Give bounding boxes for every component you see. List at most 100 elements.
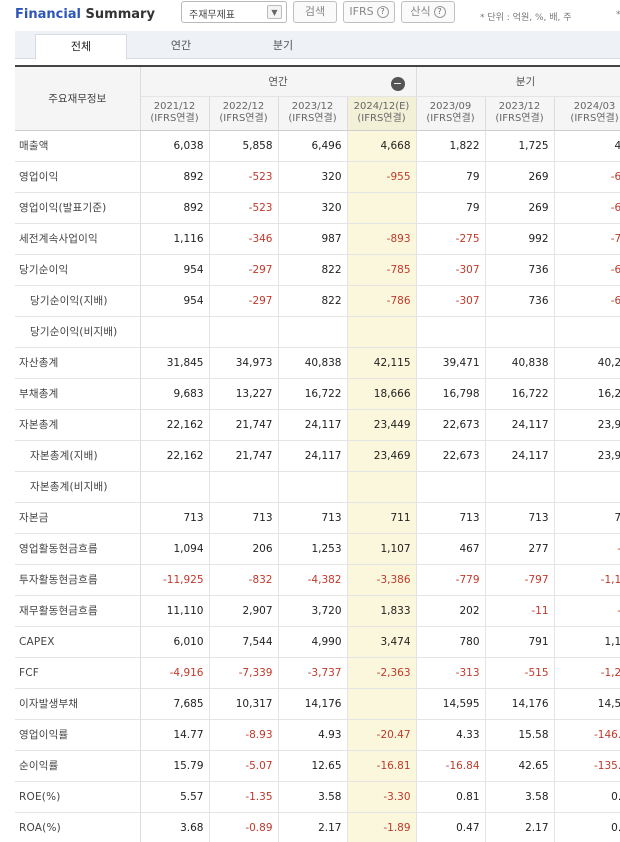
- row-label: 영업이익률: [15, 719, 141, 751]
- table-cell: 6,038: [140, 130, 210, 162]
- table-cell: -7,339: [209, 657, 279, 689]
- table-cell: [140, 471, 210, 503]
- table-cell: -94: [554, 533, 620, 565]
- statement-type-value: 주재무제표: [189, 10, 235, 21]
- period-header: 2021/12 (IFRS연결): [140, 96, 210, 131]
- unit-note: * 단위 : 억원, %, 배, 주: [480, 13, 572, 23]
- period-label: 2023/09: [429, 101, 472, 112]
- table-cell: 9,683: [140, 378, 210, 410]
- collapse-icon[interactable]: −: [390, 77, 405, 91]
- table-cell: -275: [416, 223, 486, 255]
- period-basis: (IFRS연결): [150, 113, 199, 124]
- table-cell: 1,725: [485, 130, 555, 162]
- table-cell: 22,673: [416, 440, 486, 472]
- statement-type-select[interactable]: 주재무제표 ▼: [181, 1, 287, 23]
- table-row: 매출액6,0385,8586,4964,6681,8221,725462: [15, 130, 620, 162]
- table-cell: 34,973: [209, 347, 279, 379]
- toolbar: Financial Summary 주재무제표 ▼ 검색 IFRS? 산식? *…: [0, 0, 620, 30]
- table-cell: 18,666: [347, 378, 417, 410]
- row-label: 당기순이익: [15, 254, 141, 286]
- period-label: 2024/03: [573, 101, 616, 112]
- table-row: 자본총계(지배) 22,162 21,747 24,117 23,469 22,673 24…: [15, 440, 620, 472]
- table-cell: 24,117: [485, 440, 555, 472]
- table-cell: -625: [554, 254, 620, 286]
- table-cell: [416, 471, 486, 503]
- table-row: 영업활동현금흐름1,0942061,2531,107467277-94: [15, 533, 620, 565]
- table-cell: -0.89: [209, 812, 279, 842]
- table-cell: 277: [485, 533, 555, 565]
- table-cell: -4,916: [140, 657, 210, 689]
- table-row: 자산총계 31,845 34,973 40,838 42,115 39,471 40,838…: [15, 347, 620, 379]
- table-row: FCF-4,916-7,339-3,737-2,363-313-515-1,29…: [15, 657, 620, 689]
- table-row: 투자활동현금흐름 -11,925 -832 -4,382 -3,386 -779 -797-…: [15, 564, 620, 596]
- table-cell: 14,176: [485, 688, 555, 720]
- period-basis: (IFRS연결): [495, 113, 544, 124]
- table-cell: [347, 316, 417, 348]
- table-cell: 954: [140, 285, 210, 317]
- period-label: 2022/12: [222, 101, 265, 112]
- table-row: 세전계속사업이익1,116-346987-893-275992-725: [15, 223, 620, 255]
- table-cell: 713: [140, 502, 210, 534]
- table-cell: 206: [209, 533, 279, 565]
- table-cell: 892: [140, 161, 210, 193]
- table-cell: 736: [485, 285, 555, 317]
- table-cell: 5.57: [140, 781, 210, 813]
- table-cell: -16.84: [416, 750, 486, 782]
- quarter-group-header: 분기: [416, 65, 620, 97]
- row-label: CAPEX: [15, 626, 141, 658]
- table-cell: 23,449: [347, 409, 417, 441]
- table-cell: 14,595: [416, 688, 486, 720]
- table-cell: 16,722: [485, 378, 555, 410]
- formula-help-button[interactable]: 산식?: [401, 1, 455, 23]
- table-cell: -11,925: [140, 564, 210, 596]
- table-cell: 14,176: [278, 688, 348, 720]
- table-cell: 42,115: [347, 347, 417, 379]
- table-row: ROA(%)3.68-0.892.17-1.890.472.170.36: [15, 812, 620, 842]
- table-cell: 6,010: [140, 626, 210, 658]
- table-cell: 711: [347, 502, 417, 534]
- table-cell: -16.81: [347, 750, 417, 782]
- table-cell: -893: [347, 223, 417, 255]
- table-cell: 24,117: [485, 409, 555, 441]
- table-cell: 791: [485, 626, 555, 658]
- table-cell: [416, 316, 486, 348]
- period-header: 2023/12 (IFRS연결): [278, 96, 348, 131]
- table-cell: -2,363: [347, 657, 417, 689]
- table-cell: 40,838: [485, 347, 555, 379]
- row-header: 주요재무정보: [15, 65, 141, 131]
- table-cell: [140, 316, 210, 348]
- table-cell: 16,798: [416, 378, 486, 410]
- table-cell: -3,386: [347, 564, 417, 596]
- table-cell: -674: [554, 192, 620, 224]
- chevron-down-icon[interactable]: ▼: [267, 5, 282, 19]
- table-cell: -20.47: [347, 719, 417, 751]
- table-cell: 15.58: [485, 719, 555, 751]
- tab-annual[interactable]: 연간: [135, 34, 227, 59]
- row-label: 세전계속사업이익: [15, 223, 141, 255]
- period-basis: (IFRS연결): [288, 113, 337, 124]
- table-cell: -21: [554, 595, 620, 627]
- table-cell: 22,162: [140, 409, 210, 441]
- table-cell: 79: [416, 192, 486, 224]
- table-cell: 4,668: [347, 130, 417, 162]
- ifrs-help-button[interactable]: IFRS?: [343, 1, 395, 23]
- table-cell: 11,110: [140, 595, 210, 627]
- row-label: 영업활동현금흐름: [15, 533, 141, 565]
- table-cell: [347, 471, 417, 503]
- tab-quarterly[interactable]: 분기: [237, 34, 329, 59]
- table-cell: 467: [416, 533, 486, 565]
- table-cell: 0.47: [416, 812, 486, 842]
- table-cell: 202: [416, 595, 486, 627]
- table-cell: 21,747: [209, 409, 279, 441]
- row-label: 자본총계(지배): [15, 440, 141, 472]
- table-cell: 14,551: [554, 688, 620, 720]
- table-row: 이자발생부채7,68510,31714,17614,59514,17614,55…: [15, 688, 620, 720]
- period-label: 2021/12: [153, 101, 196, 112]
- table-cell: -674: [554, 161, 620, 193]
- search-button[interactable]: 검색: [293, 1, 337, 23]
- table-row: 당기순이익954-297822-785-307736-625: [15, 254, 620, 286]
- tab-all[interactable]: 전체: [35, 34, 127, 60]
- table-cell: 31,845: [140, 347, 210, 379]
- table-cell: -779: [416, 564, 486, 596]
- table-cell: 7,544: [209, 626, 279, 658]
